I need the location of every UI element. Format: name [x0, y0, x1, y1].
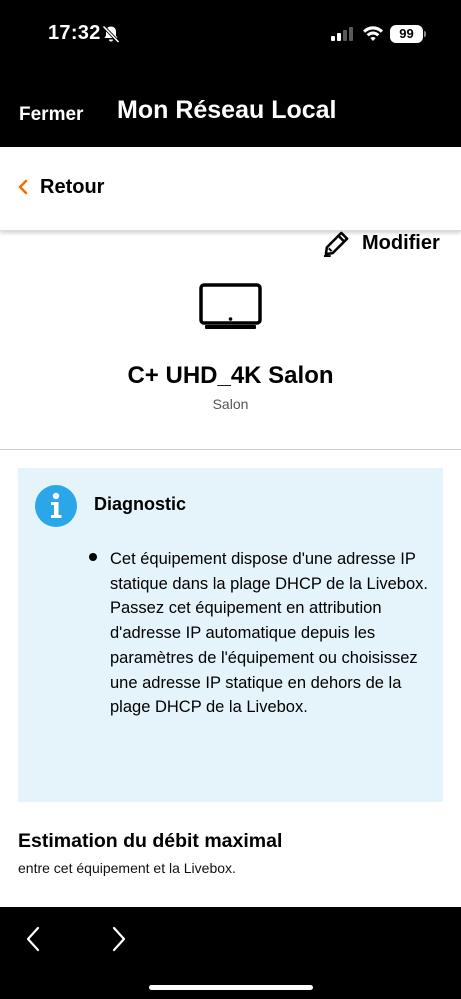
- modify-label: Modifier: [362, 231, 440, 254]
- home-indicator[interactable]: [149, 985, 313, 990]
- modify-button[interactable]: Modifier: [323, 230, 440, 257]
- chevron-left-icon[interactable]: [18, 179, 28, 195]
- cellular-signal-icon: [331, 27, 353, 41]
- back-button[interactable]: Retour: [40, 176, 104, 199]
- back-bar: Retour: [0, 147, 461, 231]
- wifi-icon: [363, 26, 383, 41]
- diagnostic-message: Cet équipement dispose d'une adresse IP …: [110, 547, 430, 720]
- diagnostic-message-line: Cet équipement dispose d'une adresse IP …: [110, 550, 428, 593]
- close-button[interactable]: Fermer: [19, 104, 83, 126]
- device-room: Salon: [212, 396, 249, 412]
- app-header: 17:32 99 Fermer Mon Réseau Local: [0, 0, 461, 147]
- bullet-point: [89, 553, 97, 561]
- battery-icon: 99: [390, 25, 423, 43]
- status-time: 17:32: [48, 22, 101, 44]
- battery-tip: [424, 31, 426, 37]
- device-name: C+ UHD_4K Salon: [127, 362, 334, 389]
- diagnostic-message-line: Passez cet équipement en attribution d'a…: [110, 599, 418, 717]
- page-title: Mon Réseau Local: [117, 96, 337, 124]
- diagnostic-title: Diagnostic: [94, 494, 187, 514]
- chevron-left-icon[interactable]: [24, 924, 44, 954]
- pencil-icon: [323, 231, 349, 257]
- estimation-title: Estimation du débit maximal: [18, 830, 283, 852]
- tv-icon: [199, 283, 262, 329]
- browser-toolbar: [0, 907, 461, 999]
- chevron-right-icon[interactable]: [108, 924, 128, 954]
- divider: [0, 449, 461, 450]
- info-icon: [35, 485, 77, 527]
- estimation-subtitle: entre cet équipement et la Livebox.: [18, 860, 236, 876]
- bell-slash-icon: [102, 25, 120, 44]
- diagnostic-panel: Diagnostic Cet équipement dispose d'une …: [18, 468, 443, 802]
- status-bar: 17:32 99: [0, 0, 461, 70]
